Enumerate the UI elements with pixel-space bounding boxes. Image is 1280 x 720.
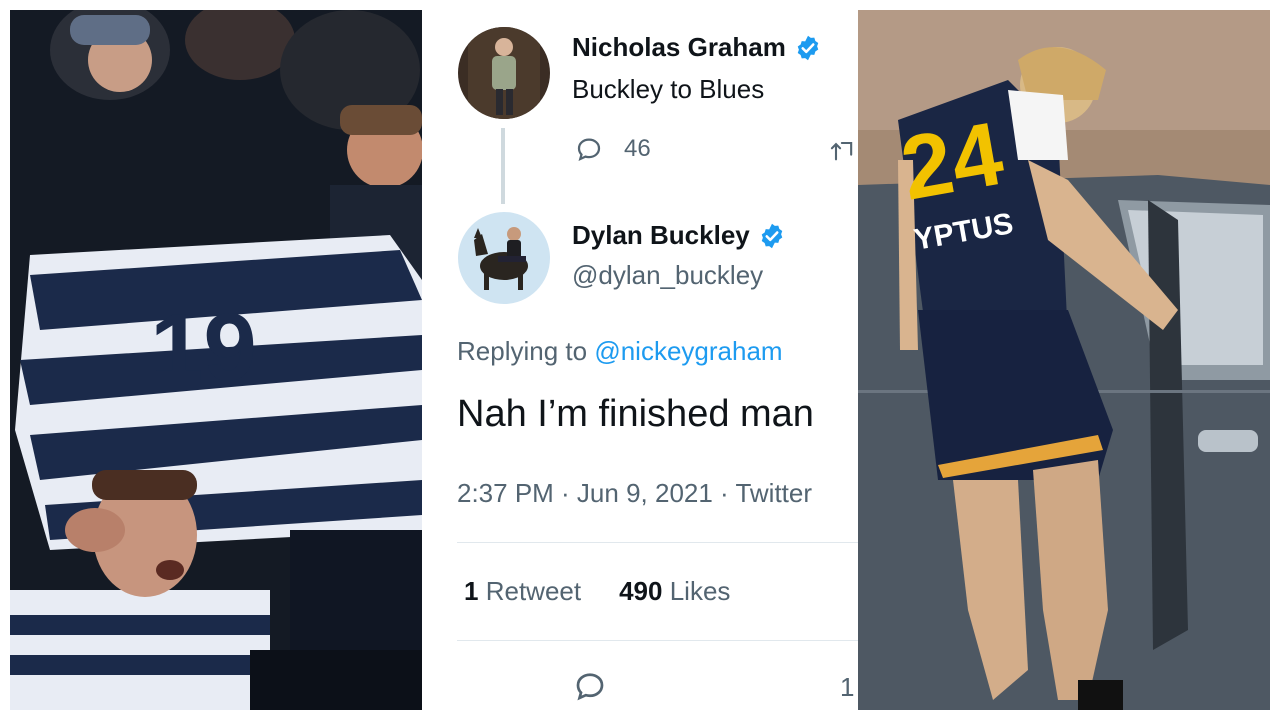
replying-mention-link[interactable]: @nickeygraham [594, 336, 782, 366]
truncated-action-count: 1 [840, 672, 855, 702]
divider [457, 542, 858, 543]
tweet-1-author-row: Nicholas Graham [572, 32, 822, 63]
retweet-stat[interactable]: 1 Retweet [464, 576, 581, 607]
likes-count: 490 [619, 576, 663, 606]
crowd-illustration: 19 [10, 10, 422, 710]
avatar-image [458, 212, 550, 304]
flag-number: 19 [150, 294, 257, 401]
nicholas-graham-avatar[interactable] [458, 27, 550, 119]
retweet-icon [830, 141, 853, 161]
tweet-1-reply-count: 46 [624, 135, 651, 162]
divider [457, 640, 858, 641]
tweet-2-reply-button[interactable] [572, 668, 608, 709]
tweet-1-retweet-button[interactable] [828, 136, 858, 169]
tweet-2-text: Nah I’m finished man [457, 393, 814, 435]
verified-badge-icon [797, 35, 819, 60]
likes-stat[interactable]: 490 Likes [619, 576, 730, 607]
tweet-1-text: Buckley to Blues [572, 74, 765, 104]
tweet-2-author-row: Dylan Buckley [572, 220, 786, 251]
tweet-2-timestamp[interactable]: 2:37 PM · Jun 9, 2021 · Twitter [457, 478, 812, 509]
likes-label: Likes [669, 576, 731, 606]
tweet-thread: Nicholas Graham Buckley to Blues 46 Dyla… [422, 0, 858, 720]
reply-icon [576, 673, 604, 701]
hooped-flag: 19 [15, 235, 422, 550]
retweet-label: Retweet [485, 576, 582, 606]
reply-icon [577, 138, 601, 162]
jersey-number: 24 [894, 104, 1010, 220]
retweet-count: 1 [464, 576, 479, 606]
tweet-2-author-name[interactable]: Dylan Buckley [572, 220, 750, 251]
tweet-2-handle[interactable]: @dylan_buckley [572, 260, 763, 291]
tweet-1-author-name[interactable]: Nicholas Graham [572, 32, 786, 63]
replying-prefix: Replying to [457, 336, 588, 366]
tweet-2-stats: 1 Retweet 490 Likes [464, 576, 730, 607]
dylan-buckley-avatar[interactable] [458, 212, 550, 304]
verified-badge-icon [761, 223, 783, 248]
avatar-image [458, 27, 550, 119]
replying-to-line: Replying to @nickeygraham [457, 336, 783, 367]
player-car-illustration: 24 YPTUS [858, 10, 1270, 710]
thread-connector-line [501, 128, 505, 204]
left-crowd-photo: 19 [10, 10, 422, 710]
right-player-photo: 24 YPTUS [858, 10, 1270, 710]
tweet-1-reply-button[interactable]: 46 [574, 134, 651, 164]
